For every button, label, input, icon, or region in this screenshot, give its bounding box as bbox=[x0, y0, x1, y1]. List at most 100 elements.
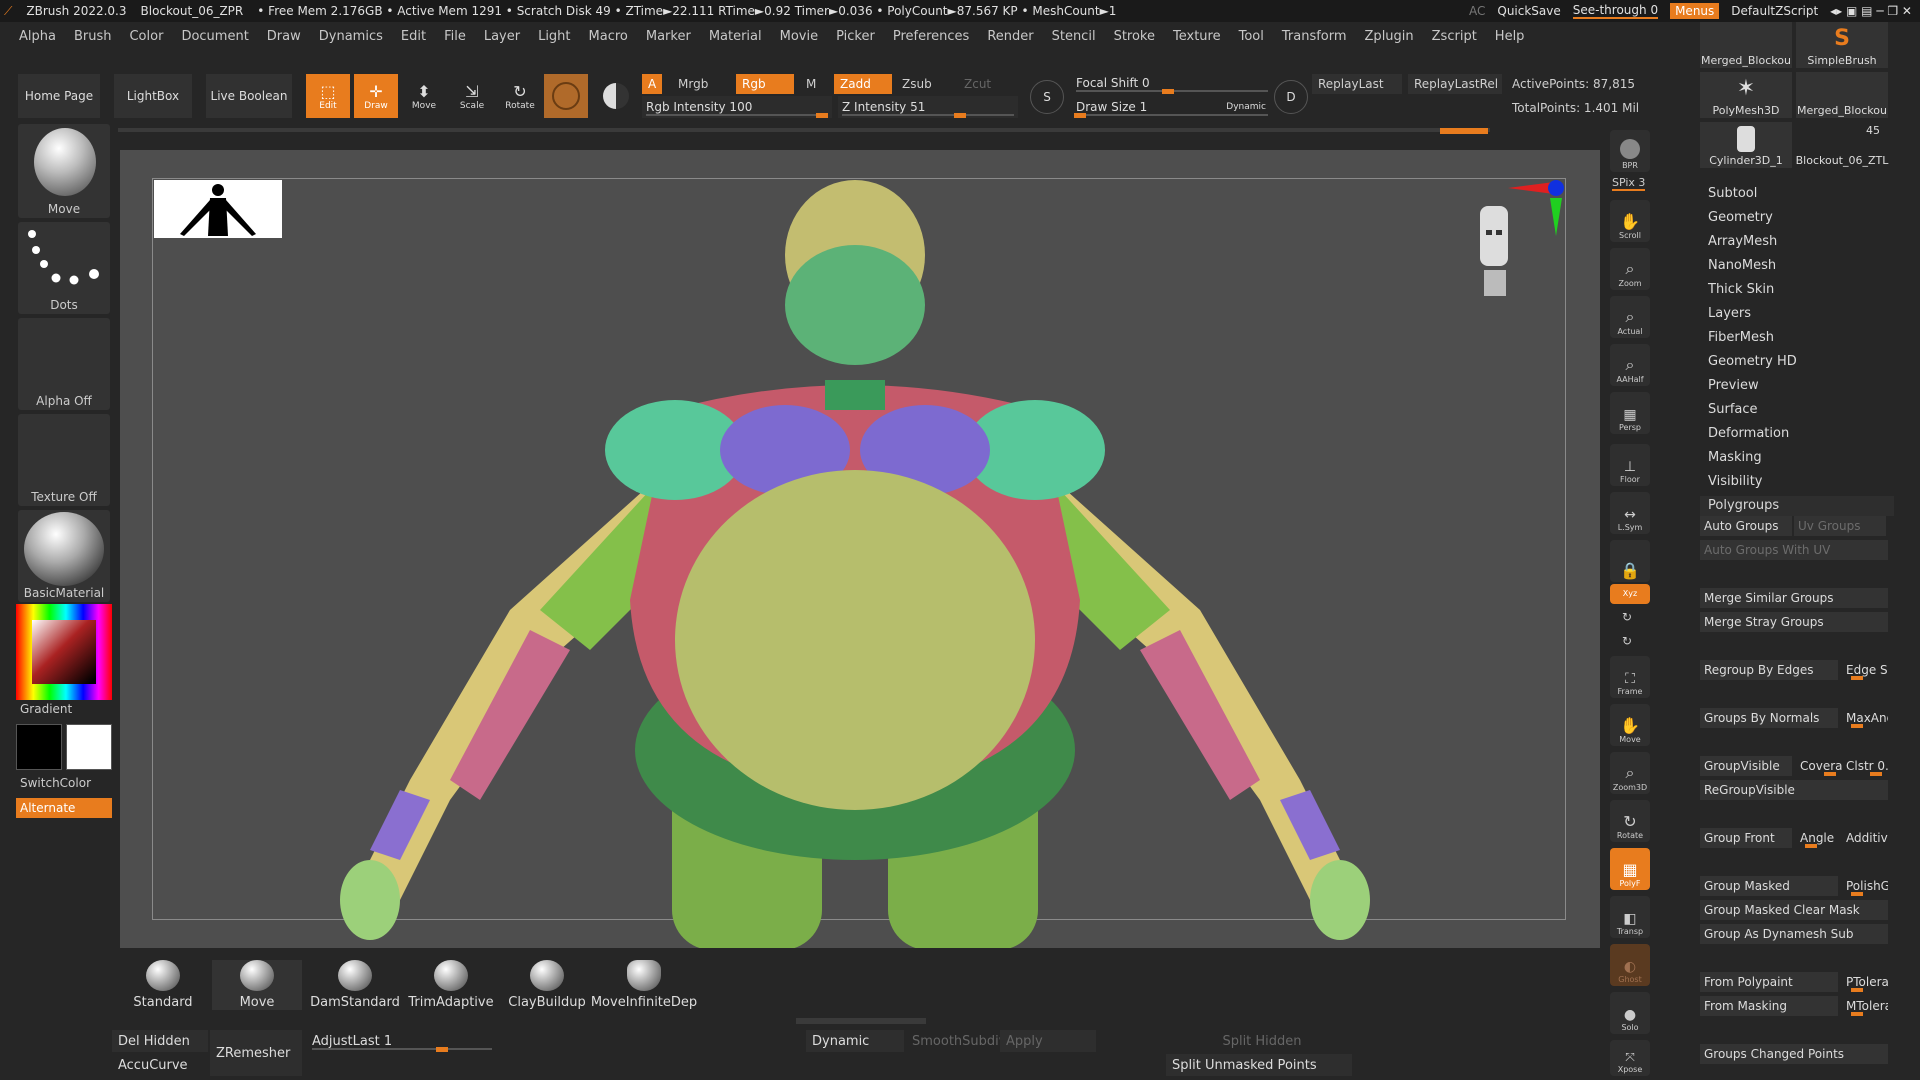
alternate-button[interactable]: Alternate bbox=[16, 798, 112, 818]
menu-item[interactable]: Render bbox=[978, 29, 1042, 44]
edit-mode-button[interactable]: ⬚ Edit bbox=[306, 74, 350, 118]
a-toggle[interactable]: A bbox=[642, 74, 663, 94]
from-masking-button[interactable]: From Masking bbox=[1700, 996, 1838, 1016]
rgb-toggle[interactable]: Rgb bbox=[736, 74, 794, 94]
adjust-last-slider[interactable]: AdjustLast 1 bbox=[306, 1030, 496, 1052]
replay-last-rel-button[interactable]: ReplayLastRel bbox=[1408, 74, 1502, 94]
color-square[interactable] bbox=[32, 620, 96, 684]
material-swatch[interactable] bbox=[544, 74, 588, 118]
menu-polygroups[interactable]: Polygroups bbox=[1700, 496, 1894, 516]
menu-visibility[interactable]: Visibility bbox=[1708, 474, 1762, 489]
maxangle-slider[interactable]: MaxAng bbox=[1842, 708, 1888, 728]
character-model[interactable] bbox=[290, 180, 1430, 948]
dynamic-label[interactable]: Dynamic bbox=[1226, 102, 1266, 112]
secondary-color-swatch[interactable] bbox=[66, 724, 112, 770]
xpose-button[interactable]: ⤧ Xpose bbox=[1610, 1040, 1650, 1076]
menu-item[interactable]: Document bbox=[172, 29, 257, 44]
menu-item[interactable]: Light bbox=[529, 29, 579, 44]
menu-surface[interactable]: Surface bbox=[1708, 402, 1758, 417]
menu-item[interactable]: Zscript bbox=[1423, 29, 1486, 44]
texture-selector[interactable]: Texture Off bbox=[18, 414, 110, 506]
rgb-intensity-slider[interactable]: Rgb Intensity 100 bbox=[642, 96, 832, 118]
menu-item[interactable]: Edit bbox=[392, 29, 435, 44]
zremesher-button[interactable]: ZRemesher bbox=[210, 1030, 302, 1076]
zoom3d-button[interactable]: ⌕ Zoom3D bbox=[1610, 752, 1650, 794]
menu-item[interactable]: Stencil bbox=[1043, 29, 1105, 44]
menu-layers[interactable]: Layers bbox=[1708, 306, 1751, 321]
apply-button[interactable]: Apply bbox=[1000, 1030, 1096, 1052]
brush-standard[interactable]: Standard bbox=[118, 960, 208, 1010]
del-hidden-button[interactable]: Del Hidden bbox=[112, 1030, 208, 1052]
group-as-dynamesh-sub-button[interactable]: Group As Dynamesh Sub bbox=[1700, 924, 1888, 944]
menu-geometry-hd[interactable]: Geometry HD bbox=[1708, 354, 1797, 369]
cluster-slider[interactable]: Clstr 0. bbox=[1842, 756, 1888, 776]
alpha-selector[interactable]: Alpha Off bbox=[18, 318, 110, 410]
stroke-dots[interactable]: Dots bbox=[18, 222, 110, 314]
auto-groups-button[interactable]: Auto Groups bbox=[1700, 516, 1792, 536]
floor-button[interactable]: ⊥ Floor bbox=[1610, 444, 1650, 486]
menus-button[interactable]: Menus bbox=[1670, 3, 1720, 19]
lsym-button[interactable]: ↔ L.Sym bbox=[1610, 492, 1650, 534]
menu-item[interactable]: Stroke bbox=[1105, 29, 1164, 44]
menu-item[interactable]: Layer bbox=[475, 29, 529, 44]
menu-arraymesh[interactable]: ArrayMesh bbox=[1708, 234, 1777, 249]
menu-item[interactable]: Marker bbox=[637, 29, 700, 44]
groups-changed-points-button[interactable]: Groups Changed Points bbox=[1700, 1044, 1888, 1064]
rotate-mode-button[interactable]: ↻ Rotate bbox=[498, 74, 542, 118]
scroll-button[interactable]: ✋ Scroll bbox=[1610, 200, 1650, 242]
menu-fibermesh[interactable]: FiberMesh bbox=[1708, 330, 1774, 345]
quicksave-button[interactable]: QuickSave bbox=[1497, 4, 1560, 18]
lightbox-button[interactable]: LightBox bbox=[114, 74, 192, 118]
focal-shift-slider[interactable]: Focal Shift 0 bbox=[1072, 72, 1272, 94]
switch-color-button[interactable]: SwitchColor bbox=[20, 776, 91, 790]
xyz-button[interactable]: Xyz bbox=[1610, 584, 1650, 604]
menu-nanomesh[interactable]: NanoMesh bbox=[1708, 258, 1776, 273]
live-boolean-button[interactable]: Live Boolean bbox=[206, 74, 292, 118]
menu-item[interactable]: Macro bbox=[580, 29, 637, 44]
menu-item[interactable]: Dynamics bbox=[310, 29, 392, 44]
merge-similar-groups-button[interactable]: Merge Similar Groups bbox=[1700, 588, 1888, 608]
replay-last-button[interactable]: ReplayLast bbox=[1312, 74, 1402, 94]
mrgb-toggle[interactable]: Mrgb bbox=[672, 74, 714, 94]
menu-geometry[interactable]: Geometry bbox=[1708, 210, 1773, 225]
zadd-toggle[interactable]: Zadd bbox=[834, 74, 892, 94]
dynamic-subdiv-button[interactable]: Dynamic bbox=[806, 1030, 904, 1052]
group-masked-button[interactable]: Group Masked bbox=[1700, 876, 1838, 896]
menu-item[interactable]: Transform bbox=[1273, 29, 1356, 44]
draw-mode-button[interactable]: ✛ Draw bbox=[354, 74, 398, 118]
tool-thumb-simplebrush[interactable]: S SimpleBrush bbox=[1796, 22, 1888, 68]
from-polypaint-button[interactable]: From Polypaint bbox=[1700, 972, 1838, 992]
tool-thumb-blockout-ztl[interactable]: 45 Blockout_06_ZTL bbox=[1796, 122, 1888, 168]
menu-item[interactable]: Picker bbox=[827, 29, 884, 44]
menu-item[interactable]: Zplugin bbox=[1356, 29, 1423, 44]
primary-color-swatch[interactable] bbox=[16, 724, 62, 770]
split-unmasked-points-button[interactable]: Split Unmasked Points bbox=[1166, 1054, 1352, 1076]
merge-stray-groups-button[interactable]: Merge Stray Groups bbox=[1700, 612, 1888, 632]
menu-item[interactable]: Preferences bbox=[884, 29, 978, 44]
lazymouse-d-icon[interactable]: D bbox=[1274, 80, 1308, 114]
zoom-button[interactable]: ⌕ Zoom bbox=[1610, 248, 1650, 290]
color-sphere-button[interactable] bbox=[594, 74, 638, 118]
see-through-slider[interactable]: See-through 0 bbox=[1572, 3, 1659, 19]
tool-thumb-merged-blockout-2[interactable]: Merged_Blockou bbox=[1796, 72, 1888, 118]
menu-masking[interactable]: Masking bbox=[1708, 450, 1762, 465]
coverage-slider[interactable]: Coverag bbox=[1796, 756, 1842, 776]
zsub-toggle[interactable]: Zsub bbox=[896, 74, 938, 94]
move-mode-button[interactable]: ⬍ Move bbox=[402, 74, 446, 118]
frame-button[interactable]: ⛶ Frame bbox=[1610, 656, 1650, 698]
draw-size-slider[interactable]: Draw Size 1 Dynamic bbox=[1072, 96, 1272, 118]
tool-thumb-merged-blockout[interactable]: Merged_Blockou bbox=[1700, 22, 1792, 68]
brush-trimadaptive[interactable]: TrimAdaptive bbox=[406, 960, 496, 1010]
brush-move[interactable]: Move bbox=[212, 960, 302, 1010]
tool-thumb-polymesh3d[interactable]: ✶ PolyMesh3D bbox=[1700, 72, 1792, 118]
menu-item[interactable]: Color bbox=[120, 29, 172, 44]
angle-slider[interactable]: Angle bbox=[1796, 828, 1842, 848]
color-picker[interactable] bbox=[16, 604, 112, 700]
spix-slider[interactable]: SPix 3 bbox=[1612, 176, 1646, 191]
groupvisible-button[interactable]: GroupVisible bbox=[1700, 756, 1792, 776]
m-toggle[interactable]: M bbox=[800, 74, 822, 94]
menu-item[interactable]: Texture bbox=[1164, 29, 1230, 44]
gradient-label[interactable]: Gradient bbox=[20, 702, 72, 716]
persp-button[interactable]: ▦ Persp bbox=[1610, 392, 1650, 434]
brush-damstandard[interactable]: DamStandard bbox=[310, 960, 400, 1010]
